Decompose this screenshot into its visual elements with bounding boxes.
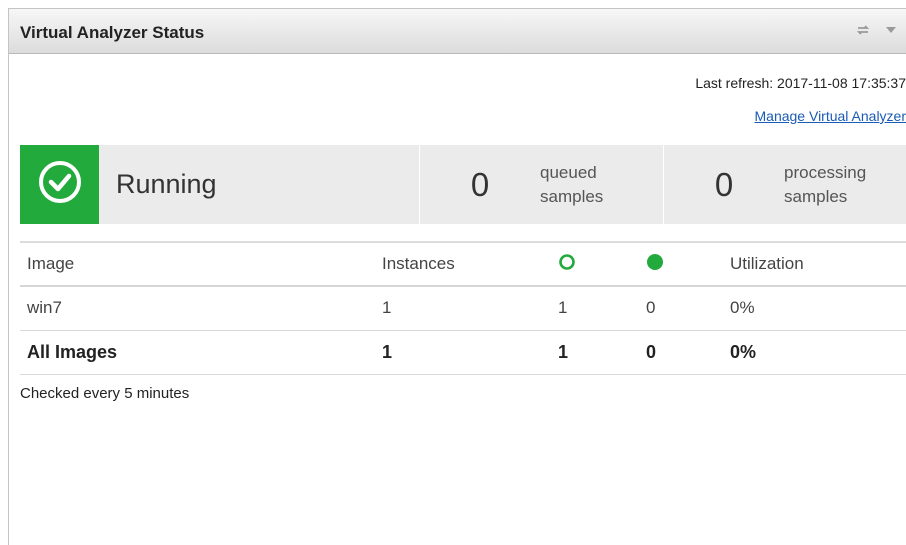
solid-green-circle-icon (646, 253, 664, 275)
titlebar-controls (854, 21, 900, 39)
table-total-row: All Images 1 1 0 0% (20, 330, 906, 375)
total-utilization: 0% (730, 330, 906, 375)
total-busy: 0 (640, 330, 730, 375)
widget-titlebar: Virtual Analyzer Status (9, 9, 906, 54)
row-busy: 0 (640, 286, 730, 331)
table-header-row: Image Instances Utilization (20, 241, 906, 287)
last-refresh-text: Last refresh: 2017-11-08 17:35:37 (695, 75, 906, 91)
images-table: Image Instances Utilization win7 1 1 0 0… (20, 241, 906, 375)
header-instances[interactable]: Instances (375, 241, 550, 287)
widget-title: Virtual Analyzer Status (20, 23, 205, 42)
virtual-analyzer-widget: Virtual Analyzer Status Last refresh: 20… (8, 8, 906, 545)
check-interval-text: Checked every 5 minutes (20, 385, 190, 402)
hollow-green-circle-icon (558, 253, 576, 275)
processing-samples-cell: 0 processing samples (663, 145, 906, 224)
table-row: win7 1 1 0 0% (20, 286, 906, 331)
total-instances: 1 (375, 330, 550, 375)
processing-label-line1: processing (784, 162, 867, 182)
row-instances: 1 (375, 286, 550, 331)
header-busy[interactable] (640, 241, 730, 287)
refresh-icon[interactable] (854, 21, 872, 39)
header-utilization[interactable]: Utilization (730, 241, 906, 287)
total-image: All Images (20, 330, 375, 375)
queued-label-line2: samples (540, 186, 604, 206)
processing-label: processing samples (784, 161, 866, 209)
check-circle-icon (37, 159, 83, 210)
row-image: win7 (20, 286, 375, 331)
manage-virtual-analyzer-link[interactable]: Manage Virtual Analyzer (755, 108, 906, 124)
queued-samples-cell: 0 queued samples (419, 145, 663, 224)
header-idle[interactable] (550, 241, 640, 287)
total-idle: 1 (550, 330, 640, 375)
row-idle: 1 (550, 286, 640, 331)
status-indicator (20, 145, 99, 224)
processing-label-line2: samples (784, 186, 848, 206)
queued-label: queued samples (540, 161, 603, 209)
dropdown-arrow-icon[interactable] (882, 21, 900, 39)
status-text: Running (116, 169, 217, 199)
queued-count: 0 (470, 165, 490, 203)
header-image[interactable]: Image (20, 241, 375, 287)
status-summary: Running 0 queued samples 0 processing sa… (20, 145, 906, 224)
processing-count: 0 (714, 165, 734, 203)
row-utilization: 0% (730, 286, 906, 331)
queued-label-line1: queued (540, 162, 597, 182)
